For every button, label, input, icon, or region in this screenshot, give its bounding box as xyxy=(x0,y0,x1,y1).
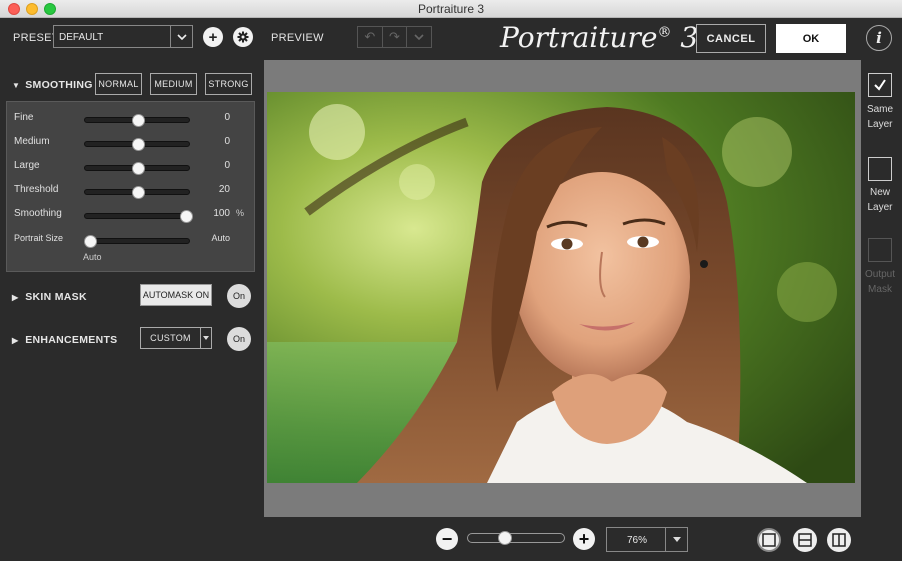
skin-mask-on-toggle[interactable]: On xyxy=(227,284,251,308)
enhancements-title: ENHANCEMENTS xyxy=(25,334,118,346)
chevron-down-icon xyxy=(203,336,209,340)
enhancements-dropdown[interactable] xyxy=(200,327,212,349)
plus-icon: + xyxy=(208,28,218,46)
preset-value: DEFAULT xyxy=(59,32,104,43)
preview-area[interactable] xyxy=(264,60,861,517)
slider-label: Fine xyxy=(14,112,34,123)
slider-label: Medium xyxy=(14,136,50,147)
slider-label: Large xyxy=(14,160,40,171)
portrait-size-value: Auto xyxy=(211,233,230,243)
window-title: Portraiture 3 xyxy=(417,2,485,16)
slider-unit: % xyxy=(235,208,244,218)
automask-button[interactable]: AUTOMASK ON xyxy=(140,284,212,306)
history-dropdown-icon[interactable] xyxy=(407,27,431,47)
slider-label: Threshold xyxy=(14,184,59,195)
redo-icon[interactable]: ↷ xyxy=(383,27,408,47)
preset-strong-button[interactable]: STRONG xyxy=(205,73,252,95)
slider-value: 0 xyxy=(224,136,230,147)
zoom-slider[interactable] xyxy=(467,531,565,545)
preset-medium-button[interactable]: MEDIUM xyxy=(150,73,197,95)
slider-value: 0 xyxy=(224,112,230,123)
triangle-right-icon: ▶ xyxy=(12,336,19,345)
slider-value: 100 xyxy=(213,208,230,219)
split-vertical-view-button[interactable] xyxy=(827,528,851,552)
preset-dropdown[interactable]: DEFAULT xyxy=(53,25,193,48)
checkmark-icon xyxy=(874,79,886,91)
smoothing-panel: Fine 0 Medium 0 Large 0 Threshold 20 Smoothing 10… xyxy=(6,101,255,272)
ok-button[interactable]: OK xyxy=(776,24,846,53)
preview-image[interactable] xyxy=(267,92,855,483)
slider-row: Large 0 xyxy=(7,156,256,176)
slider-handle[interactable] xyxy=(132,138,145,151)
output-mask-checkbox[interactable] xyxy=(868,238,892,262)
split-vertical-icon xyxy=(832,533,846,547)
preview-label: PREVIEW xyxy=(271,32,324,44)
zoom-level-dropdown[interactable]: 76% xyxy=(606,527,688,552)
single-view-icon xyxy=(762,533,776,547)
undo-icon[interactable]: ↶ xyxy=(358,27,383,47)
enhancements-on-toggle[interactable]: On xyxy=(227,327,251,351)
zoom-slider-handle[interactable] xyxy=(498,531,513,545)
slider-track[interactable] xyxy=(84,138,190,151)
new-layer-label: New Layer xyxy=(867,187,893,213)
title-bar: Portraiture 3 xyxy=(0,0,902,18)
slider-row: Threshold 20 xyxy=(7,180,256,200)
skin-mask-section-toggle[interactable]: ▶ SKIN MASK xyxy=(12,291,87,303)
slider-label: Smoothing xyxy=(14,208,62,219)
smoothing-title: SMOOTHING xyxy=(25,79,93,91)
slider-handle[interactable] xyxy=(84,235,98,248)
output-mask-label: Output Mask xyxy=(864,269,896,295)
enhancements-section-toggle[interactable]: ▶ ENHANCEMENTS xyxy=(12,334,118,346)
slider-handle[interactable] xyxy=(179,210,193,223)
minus-icon: − xyxy=(441,528,453,549)
settings-button[interactable] xyxy=(233,27,253,47)
history-controls: ↶ ↷ xyxy=(357,26,432,48)
slider-track[interactable] xyxy=(84,186,190,199)
triangle-right-icon: ▶ xyxy=(12,293,19,302)
smoothing-section-toggle[interactable]: ▼ SMOOTHING xyxy=(12,79,93,91)
slider-row: Medium 0 xyxy=(7,132,256,152)
split-horizontal-icon xyxy=(798,533,812,547)
slider-row: Smoothing 100% xyxy=(7,204,256,224)
slider-handle[interactable] xyxy=(132,162,145,175)
plus-icon: + xyxy=(578,528,590,549)
slider-value: 20 xyxy=(218,184,230,195)
slider-handle[interactable] xyxy=(132,186,145,199)
split-horizontal-view-button[interactable] xyxy=(793,528,817,552)
preset-label: PRESET xyxy=(13,32,59,44)
portrait-size-label: Portrait Size xyxy=(14,233,64,243)
single-view-button[interactable] xyxy=(757,528,781,552)
chevron-down-icon xyxy=(665,528,687,551)
zoom-level-value: 76% xyxy=(627,535,648,546)
new-layer-checkbox[interactable] xyxy=(868,157,892,181)
portrait-size-slider[interactable] xyxy=(84,235,190,248)
preset-normal-button[interactable]: NORMAL xyxy=(95,73,142,95)
same-layer-checkbox[interactable] xyxy=(868,73,892,97)
gear-icon xyxy=(237,31,249,43)
slider-handle[interactable] xyxy=(132,114,145,127)
info-icon[interactable]: i xyxy=(866,25,892,51)
top-toolbar: PRESET DEFAULT + PREVIEW ↶ ↷ Portraiture… xyxy=(0,18,902,60)
slider-track[interactable] xyxy=(84,114,190,127)
same-layer-label: Same Layer xyxy=(866,104,894,130)
slider-value: 0 xyxy=(224,160,230,171)
portrait-photo xyxy=(267,92,855,483)
chevron-down-icon xyxy=(170,26,192,47)
skin-mask-title: SKIN MASK xyxy=(25,291,87,303)
portrait-size-row: Portrait Size Auto xyxy=(7,229,256,249)
slider-track[interactable] xyxy=(84,210,193,223)
add-preset-button[interactable]: + xyxy=(203,27,223,47)
enhancements-mode-button[interactable]: CUSTOM xyxy=(140,327,200,349)
zoom-out-button[interactable]: − xyxy=(436,528,458,550)
zoom-in-button[interactable]: + xyxy=(573,528,595,550)
slider-track[interactable] xyxy=(84,162,190,175)
portrait-size-auto-label: Auto xyxy=(83,252,102,262)
slider-row: Fine 0 xyxy=(7,108,256,128)
cancel-button[interactable]: CANCEL xyxy=(696,24,766,53)
triangle-down-icon: ▼ xyxy=(12,81,21,90)
portraiture-logo: Portraiture® 3 xyxy=(500,21,699,54)
